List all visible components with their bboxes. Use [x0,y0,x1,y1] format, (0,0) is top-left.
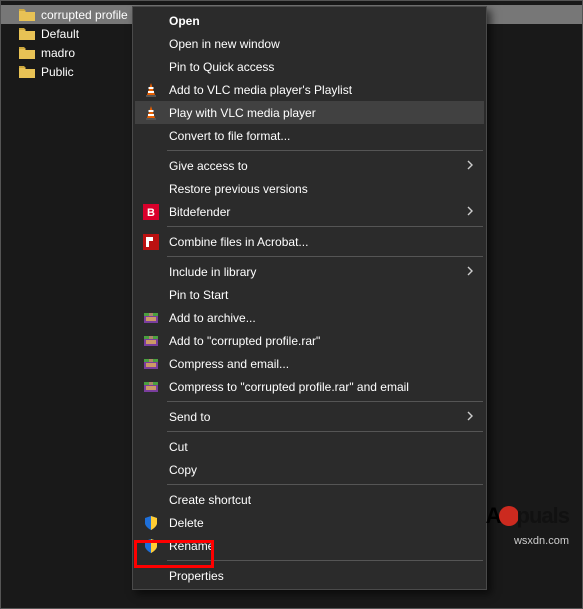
menu-separator [167,401,483,402]
menu-item-label: Rename [169,539,214,553]
menu-item-label: Properties [169,569,224,583]
winrar-icon [143,310,159,326]
vlc-icon [143,105,159,121]
menu-item-label: Add to "corrupted profile.rar" [169,334,320,348]
menu-separator [167,484,483,485]
chevron-right-icon [466,205,474,219]
menu-item-add-to-corrupted-profile-rar[interactable]: Add to "corrupted profile.rar" [135,329,484,352]
menu-item-label: Restore previous versions [169,182,308,196]
menu-item-add-to-vlc-media-player-s-playlist[interactable]: Add to VLC media player's Playlist [135,78,484,101]
menu-item-label: Add to archive... [169,311,256,325]
menu-item-label: Pin to Start [169,288,228,302]
menu-separator [167,560,483,561]
folder-icon [19,46,35,59]
menu-item-include-in-library[interactable]: Include in library [135,260,484,283]
menu-item-pin-to-quick-access[interactable]: Pin to Quick access [135,55,484,78]
acrobat-icon [143,234,159,250]
menu-item-label: Give access to [169,159,248,173]
menu-item-bitdefender[interactable]: B Bitdefender [135,200,484,223]
file-label: Public [41,65,74,79]
menu-separator [167,431,483,432]
menu-separator [167,150,483,151]
file-label: corrupted profile [41,8,128,22]
menu-item-label: Compress to "corrupted profile.rar" and … [169,380,409,394]
menu-item-pin-to-start[interactable]: Pin to Start [135,283,484,306]
watermark-brand: Apuals [486,503,569,529]
menu-item-open-in-new-window[interactable]: Open in new window [135,32,484,55]
chevron-right-icon [466,410,474,424]
menu-item-copy[interactable]: Copy [135,458,484,481]
bitdefender-icon: B [143,204,159,220]
menu-item-compress-and-email[interactable]: Compress and email... [135,352,484,375]
menu-item-cut[interactable]: Cut [135,435,484,458]
menu-item-label: Combine files in Acrobat... [169,235,308,249]
folder-icon [19,8,35,21]
file-label: Default [41,27,79,41]
watermark-site: wsxdn.com [514,535,569,547]
chevron-right-icon [466,265,474,279]
menu-item-label: Cut [169,440,188,454]
vlc-icon [143,82,159,98]
context-menu: Open Open in new window Pin to Quick acces… [132,6,487,590]
menu-item-label: Open [169,14,200,28]
menu-item-label: Delete [169,516,204,530]
menu-item-compress-to-corrupted-profile-rar-and-email[interactable]: Compress to "corrupted profile.rar" and … [135,375,484,398]
shield-icon [143,538,159,554]
menu-item-combine-files-in-acrobat[interactable]: Combine files in Acrobat... [135,230,484,253]
shield-icon [143,515,159,531]
menu-item-label: Open in new window [169,37,280,51]
winrar-icon [143,333,159,349]
menu-item-rename[interactable]: Rename [135,534,484,557]
menu-item-label: Bitdefender [169,205,230,219]
menu-item-label: Compress and email... [169,357,289,371]
menu-item-label: Convert to file format... [169,129,290,143]
menu-item-label: Play with VLC media player [169,106,316,120]
menu-item-play-with-vlc-media-player[interactable]: Play with VLC media player [135,101,484,124]
menu-item-convert-to-file-format[interactable]: Convert to file format... [135,124,484,147]
folder-icon [19,27,35,40]
file-label: madro [41,46,75,60]
watermark-dot-icon [499,506,519,526]
menu-separator [167,256,483,257]
menu-item-properties[interactable]: Properties [135,564,484,587]
menu-item-restore-previous-versions[interactable]: Restore previous versions [135,177,484,200]
menu-item-open[interactable]: Open [135,9,484,32]
winrar-icon [143,356,159,372]
folder-icon [19,65,35,78]
svg-text:B: B [147,207,155,219]
menu-item-label: Copy [169,463,197,477]
menu-item-label: Send to [169,410,210,424]
menu-item-label: Add to VLC media player's Playlist [169,83,352,97]
menu-item-label: Include in library [169,265,256,279]
menu-item-add-to-archive[interactable]: Add to archive... [135,306,484,329]
chevron-right-icon [466,159,474,173]
menu-item-create-shortcut[interactable]: Create shortcut [135,488,484,511]
menu-item-label: Pin to Quick access [169,60,274,74]
menu-separator [167,226,483,227]
menu-item-send-to[interactable]: Send to [135,405,484,428]
winrar-icon [143,379,159,395]
menu-item-give-access-to[interactable]: Give access to [135,154,484,177]
menu-item-label: Create shortcut [169,493,251,507]
menu-item-delete[interactable]: Delete [135,511,484,534]
